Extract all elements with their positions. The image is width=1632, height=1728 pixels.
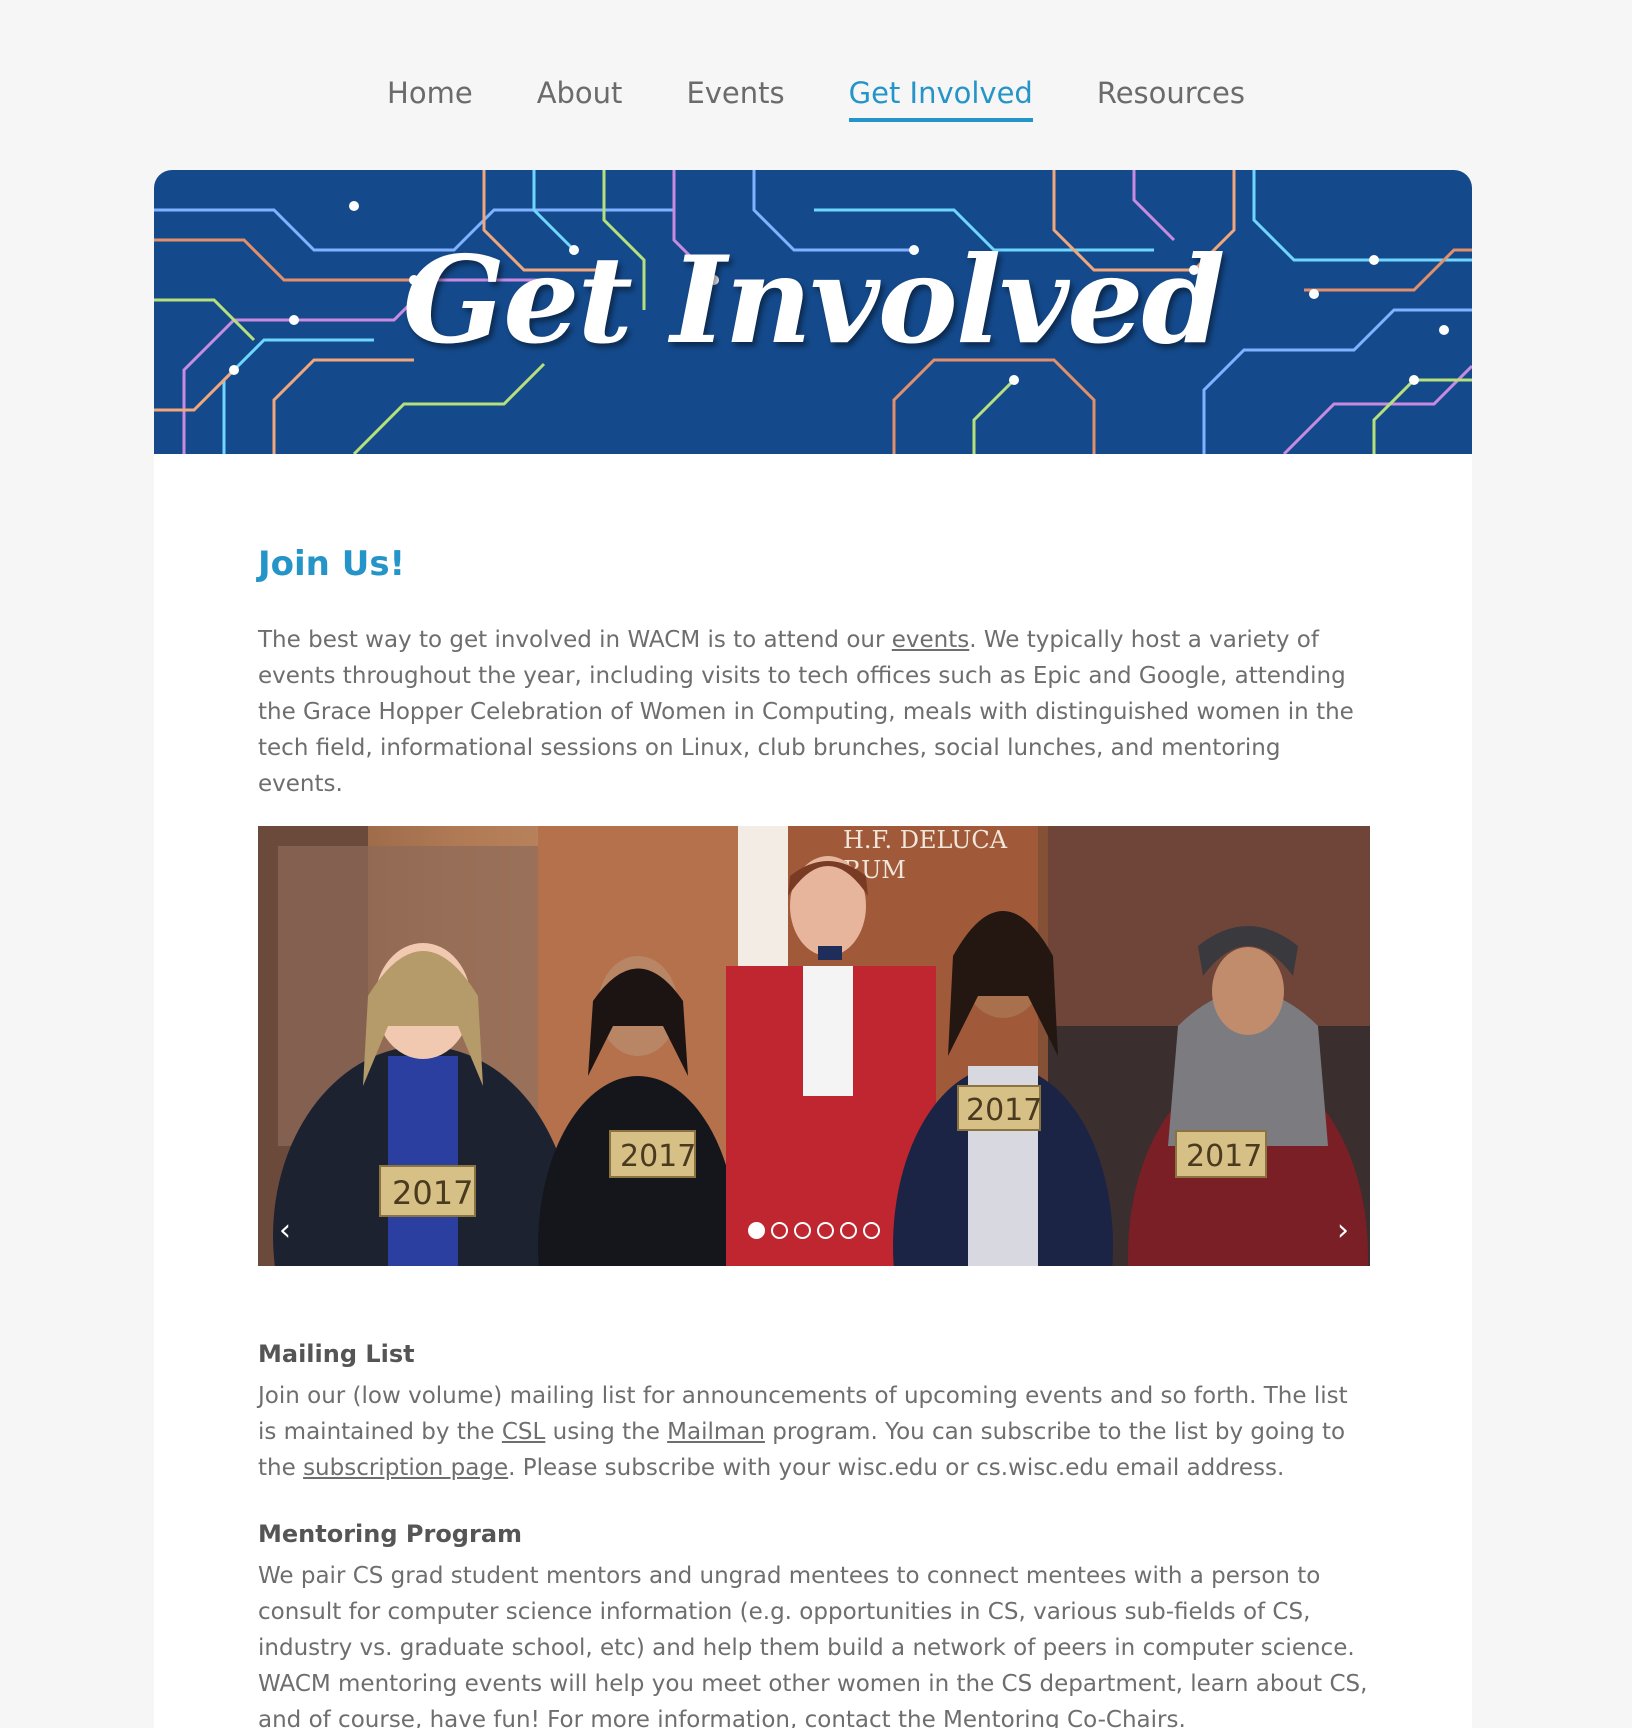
carousel-dot-3[interactable] bbox=[794, 1222, 811, 1239]
carousel-dot-4[interactable] bbox=[817, 1222, 834, 1239]
sign-line1: H.F. DELUCA bbox=[843, 826, 1008, 854]
carousel-dot-6[interactable] bbox=[863, 1222, 880, 1239]
carousel-photo: H.F. DELUCA RUM 2017 2017 2017 2017 bbox=[258, 826, 1370, 1266]
carousel-prev-button[interactable]: ‹ bbox=[270, 1214, 300, 1248]
brick-label-4: 2017 bbox=[1186, 1139, 1262, 1174]
csl-link[interactable]: CSL bbox=[502, 1419, 545, 1445]
banner-title: Get Involved bbox=[402, 230, 1226, 371]
mentoring-text-1: We pair CS grad student mentors and ungr… bbox=[258, 1563, 1368, 1728]
content-card: Get Involved Join Us! The best way to ge… bbox=[154, 170, 1472, 1728]
mailing-text-2: using the bbox=[545, 1419, 668, 1445]
main-content: Join Us! The best way to get involved in… bbox=[258, 540, 1370, 1728]
mailman-link[interactable]: Mailman bbox=[667, 1419, 765, 1445]
events-link[interactable]: events bbox=[892, 627, 970, 653]
brick-label-2: 2017 bbox=[620, 1139, 696, 1174]
carousel-dot-2[interactable] bbox=[771, 1222, 788, 1239]
mailing-text-4: . Please subscribe with your wisc.edu or… bbox=[508, 1455, 1285, 1481]
mailing-paragraph: Join our (low volume) mailing list for a… bbox=[258, 1378, 1370, 1486]
subscription-link[interactable]: subscription page bbox=[303, 1455, 508, 1481]
carousel-dot-1[interactable] bbox=[748, 1222, 765, 1239]
cochairs-link[interactable]: Mentoring Co-Chairs bbox=[943, 1707, 1178, 1728]
main-nav: Home About Events Get Involved Resources bbox=[0, 72, 1632, 122]
join-paragraph: The best way to get involved in WACM is … bbox=[258, 622, 1370, 802]
brick-label-3: 2017 bbox=[966, 1093, 1042, 1128]
photo-carousel[interactable]: H.F. DELUCA RUM 2017 2017 2017 2017 ‹ › bbox=[258, 826, 1370, 1266]
mentoring-paragraph: We pair CS grad student mentors and ungr… bbox=[258, 1558, 1370, 1728]
carousel-next-button[interactable]: › bbox=[1328, 1214, 1358, 1248]
carousel-dot-5[interactable] bbox=[840, 1222, 857, 1239]
mentoring-heading: Mentoring Program bbox=[258, 1520, 523, 1548]
nav-events[interactable]: Events bbox=[686, 72, 784, 122]
join-heading: Join Us! bbox=[258, 544, 406, 584]
mentoring-text-2: . bbox=[1178, 1707, 1186, 1728]
hero-banner: Get Involved bbox=[154, 170, 1472, 454]
carousel-indicators bbox=[748, 1222, 880, 1239]
nav-resources[interactable]: Resources bbox=[1097, 72, 1245, 122]
join-text-before: The best way to get involved in WACM is … bbox=[258, 627, 892, 653]
nav-home[interactable]: Home bbox=[387, 72, 473, 122]
mailing-heading: Mailing List bbox=[258, 1340, 415, 1368]
brick-label-1: 2017 bbox=[392, 1174, 473, 1212]
nav-get-involved[interactable]: Get Involved bbox=[848, 72, 1033, 122]
nav-about[interactable]: About bbox=[537, 72, 623, 122]
